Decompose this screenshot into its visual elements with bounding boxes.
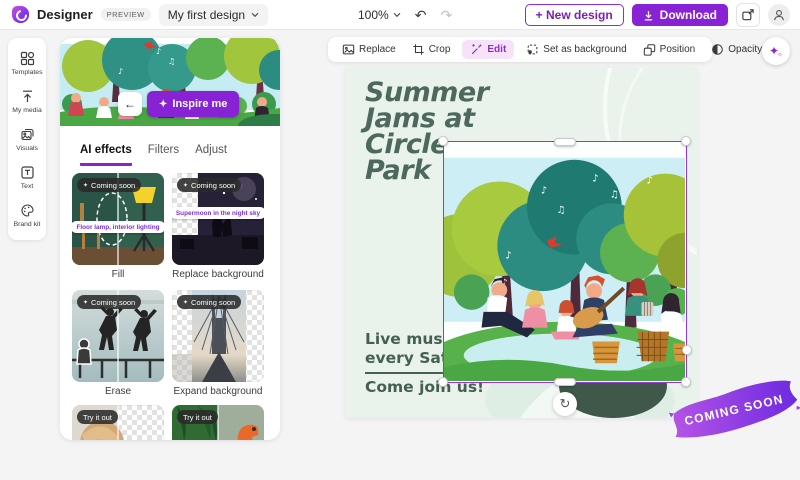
design-name-dropdown[interactable]: My first design (158, 3, 269, 26)
visuals-icon (20, 128, 34, 141)
sidebar-item-visuals[interactable]: Visuals (8, 121, 46, 159)
coming-soon-badge: ✦ Coming soon (177, 295, 242, 309)
svg-text:♫: ♫ (557, 205, 566, 216)
set-as-background-icon (527, 44, 538, 55)
prompt-pill: Floor lamp, interior lighting (72, 221, 164, 233)
sidebar-item-brand-kit[interactable]: Brand kit (8, 197, 46, 235)
new-design-button[interactable]: + New design (524, 4, 624, 26)
back-button[interactable]: ← (118, 92, 142, 116)
try-it-out-badge: Try it out (177, 410, 218, 424)
toolbar-item-opacity[interactable]: Opacity (707, 40, 766, 59)
selection-handle-top-middle[interactable] (554, 138, 576, 146)
selection-handle-top-right[interactable] (681, 136, 691, 146)
svg-text:♫: ♫ (610, 189, 619, 200)
crop-icon (413, 44, 424, 55)
design-name: My first design (167, 7, 246, 22)
undo-button[interactable]: ↶ (415, 8, 427, 22)
designer-logo-icon (12, 6, 29, 23)
sidebar-item-templates[interactable]: Templates (8, 45, 46, 83)
svg-text:♪: ♪ (156, 47, 161, 56)
effect-label: Erase (104, 386, 132, 397)
rotate-handle[interactable]: ↻ (553, 392, 577, 416)
effect-label: Fill (111, 269, 125, 280)
back-icon: ← (124, 97, 136, 111)
park-picnic-illustration: ♪ ♫ ♪ ♪ ♫ ♪ ♪ (406, 142, 723, 437)
prompt-pill: Supermoon in the night sky (172, 207, 264, 219)
zoom-dropdown[interactable]: 100% (358, 8, 401, 22)
ai-assistant-button[interactable]: ✦ ✧ (762, 37, 790, 65)
chevron-down-icon (393, 12, 401, 18)
coming-soon-badge: ✦ Coming soon (77, 295, 142, 309)
svg-text:♪: ♪ (505, 251, 511, 262)
app-name: Designer (37, 7, 93, 22)
chevron-down-icon (251, 12, 259, 17)
divider-line (365, 372, 443, 374)
share-icon (742, 9, 754, 21)
sparkle-icon: ✦ (159, 98, 168, 110)
zoom-level: 100% (358, 8, 389, 22)
tab-adjust[interactable]: Adjust (195, 144, 227, 166)
coming-soon-badge: ✦ Coming soon (77, 178, 142, 192)
sparkle-icon: ✦ (83, 299, 89, 306)
designer-app: Designer PREVIEW My first design 100% ↶ … (0, 0, 800, 480)
position-layers-icon (643, 44, 655, 56)
replace-image-icon (342, 44, 355, 55)
effect-label: Replace background (172, 269, 264, 280)
effect-card-expand-background[interactable]: ✦ Coming soon (172, 290, 264, 382)
selection-handle-bottom-middle[interactable] (554, 378, 576, 386)
text-icon (20, 166, 34, 179)
svg-text:♪: ♪ (118, 67, 123, 76)
try-it-out-badge: Try it out (77, 410, 118, 424)
panel-hero-image: ♪ ♫ ♪ ← ✦ Inspire me (60, 38, 280, 138)
share-button[interactable] (736, 3, 760, 27)
selection-handle-top-left[interactable] (438, 136, 448, 146)
magic-wand-icon (472, 43, 483, 55)
palette-icon (21, 204, 34, 217)
svg-text:♪: ♪ (646, 175, 652, 186)
sparkle-icon: ✧ (777, 52, 783, 59)
svg-text:♪: ♪ (592, 174, 598, 185)
coming-soon-badge: ✦ Coming soon (177, 178, 242, 192)
tab-ai-effects[interactable]: AI effects (80, 144, 132, 166)
effect-card-erase[interactable]: ✦ Coming soon (72, 290, 164, 382)
toolbar-item-replace[interactable]: Replace (338, 40, 400, 59)
download-icon (644, 10, 652, 21)
opacity-icon (712, 44, 724, 55)
selected-image[interactable]: ♪ ♫ ♪ ♪ ♫ ♪ ♪ (406, 141, 723, 437)
svg-text:♪: ♪ (541, 185, 547, 196)
selection-handle-bottom-right[interactable] (681, 377, 691, 387)
sidebar: Templates My media Visuals Text Brand ki… (8, 38, 46, 240)
effect-label: Expand background (173, 386, 263, 397)
svg-text:♫: ♫ (168, 57, 175, 66)
toolbar-item-crop[interactable]: Crop (408, 40, 455, 59)
redo-button[interactable]: ↷ (440, 8, 452, 22)
selection-handle-right-middle[interactable] (682, 345, 692, 355)
toolbar-item-edit[interactable]: Edit (462, 40, 515, 59)
context-toolbar: Replace Crop Edit Set as background Posi… (328, 37, 762, 62)
preview-badge: PREVIEW (100, 8, 151, 21)
inspire-me-button[interactable]: ✦ Inspire me (147, 91, 240, 117)
sidebar-item-my-media[interactable]: My media (8, 83, 46, 121)
panel-tabs: AI effects Filters Adjust (80, 144, 227, 166)
edit-panel: ♪ ♫ ♪ ← ✦ Inspire me AI effects Filters … (60, 38, 280, 440)
selection-handle-bottom-left[interactable] (438, 377, 448, 387)
templates-icon (20, 51, 34, 66)
rotate-icon: ↻ (559, 396, 571, 411)
upload-icon (22, 90, 32, 102)
toolbar-item-set-as-background[interactable]: Set as background (522, 40, 630, 59)
effect-card-fill[interactable]: ✦ Coming soon Floor lamp, interior lighti… (72, 173, 164, 265)
toolbar-item-position[interactable]: Position (639, 40, 700, 59)
tab-filters[interactable]: Filters (148, 144, 179, 166)
effect-card-try-1[interactable]: Try it out (72, 405, 164, 440)
effect-card-replace-background[interactable]: ✦ Coming soon Supermoon in the night sky (172, 173, 264, 265)
person-icon (774, 9, 784, 21)
effect-card-try-2[interactable]: Try it out (172, 405, 264, 440)
account-button[interactable] (768, 4, 790, 26)
topbar: Designer PREVIEW My first design 100% ↶ … (0, 0, 800, 30)
sparkle-icon: ✦ (183, 182, 189, 189)
sidebar-item-text[interactable]: Text (8, 159, 46, 197)
sparkle-icon: ✦ (183, 299, 189, 306)
download-button[interactable]: Download (631, 4, 728, 26)
sparkle-icon: ✦ (83, 182, 89, 189)
